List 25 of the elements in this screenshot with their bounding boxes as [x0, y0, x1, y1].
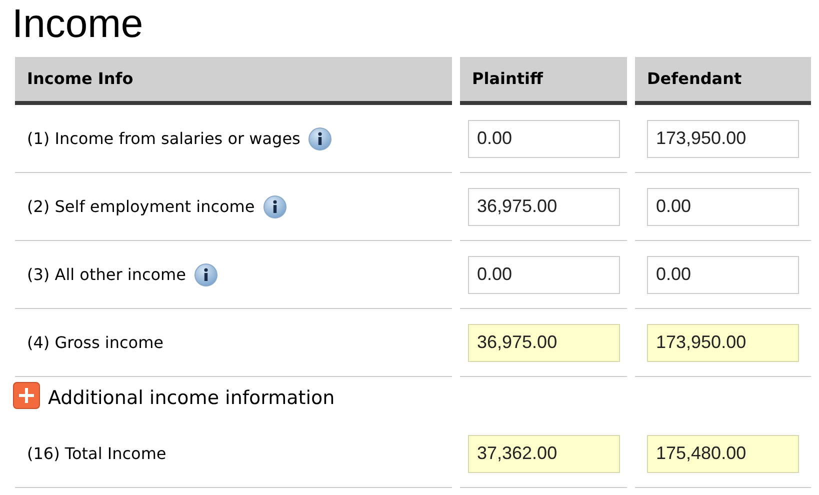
amount-field[interactable]: 37,362.00	[468, 434, 620, 472]
row-label: (4) Gross income	[27, 332, 164, 354]
amount-field[interactable]: 36,975.00	[468, 324, 620, 362]
info-icon[interactable]	[262, 194, 287, 218]
section-label: Additional income information	[48, 386, 335, 412]
amount-field[interactable]: 173,950.00	[647, 324, 799, 362]
amount-field[interactable]: 0.00	[468, 256, 620, 294]
expand-button[interactable]	[13, 382, 40, 409]
row-label: (1) Income from salaries or wages	[27, 128, 300, 150]
column-header: Plaintiff	[460, 57, 627, 105]
column-header: Defendant	[635, 57, 811, 105]
info-icon[interactable]	[308, 126, 332, 150]
row-label: (16) Total Income	[27, 442, 166, 464]
amount-field[interactable]: 0.00	[647, 188, 799, 226]
row-label: (3) All other income	[27, 264, 186, 286]
amount-field[interactable]: 175,480.00	[647, 434, 799, 472]
page-title: Income	[11, 1, 144, 48]
amount-field[interactable]: 0.00	[468, 120, 620, 158]
row-label: (2) Self employment income	[27, 196, 255, 218]
amount-field[interactable]: 173,950.00	[647, 120, 799, 158]
amount-field[interactable]: 36,975.00	[468, 188, 620, 226]
info-icon[interactable]	[194, 262, 218, 286]
column-header: Income Info	[15, 57, 452, 105]
amount-field[interactable]: 0.00	[647, 256, 799, 294]
plus-icon	[18, 387, 35, 404]
